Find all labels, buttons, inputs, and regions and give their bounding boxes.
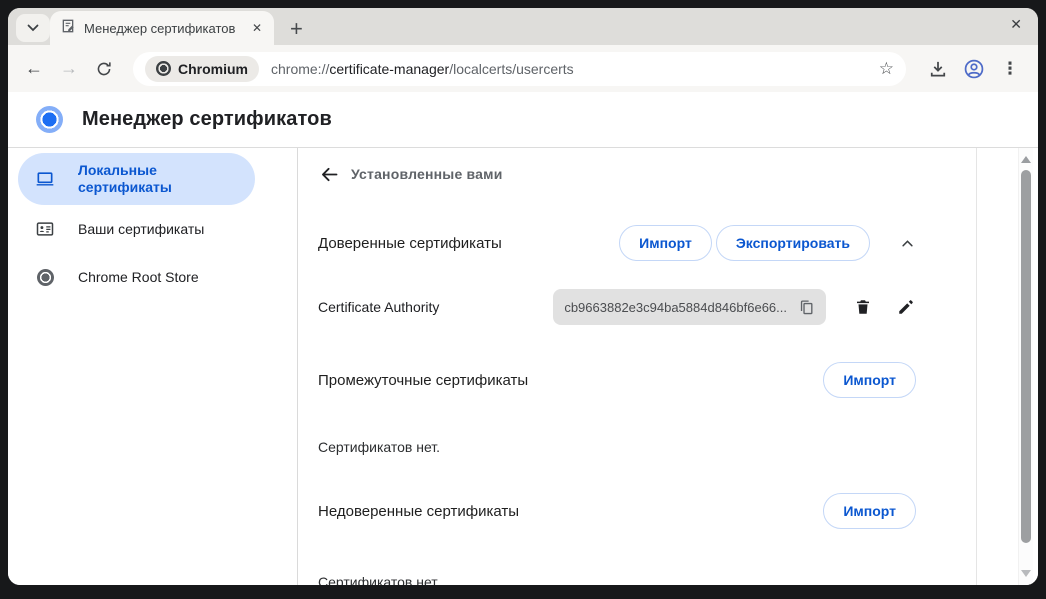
trusted-certs-section-row: Доверенные сертификаты Импорт Экспортиро…: [318, 225, 916, 261]
reload-icon[interactable]: [90, 55, 118, 83]
site-chip-label: Chromium: [178, 61, 248, 77]
url-host: certificate-manager: [329, 61, 449, 77]
url-path: /localcerts/usercerts: [449, 61, 573, 77]
sidebar: Локальные сертификаты Ваши сертификаты C…: [8, 148, 298, 585]
chromium-gray-icon: [35, 267, 55, 287]
intermediate-certs-section-row: Промежуточные сертификаты Импорт: [318, 362, 916, 398]
chevron-down-icon: [27, 19, 39, 37]
scroll-up-icon[interactable]: [1021, 156, 1031, 163]
section-title: Доверенные сертификаты: [318, 235, 502, 252]
url-text: chrome://certificate-manager/localcerts/…: [271, 61, 574, 77]
menu-dots-icon[interactable]: ⋮: [996, 55, 1024, 83]
certificate-hash-chip: cb9663882e3c94ba5884d846bf6e66...: [553, 289, 826, 325]
tab-title: Менеджер сертификатов: [84, 21, 242, 36]
untrusted-certs-section-row: Недоверенные сертификаты Импорт: [318, 493, 916, 529]
back-nav-icon[interactable]: ←: [20, 55, 48, 83]
url-bar[interactable]: Chromium chrome://certificate-manager/lo…: [133, 52, 906, 86]
no-certificates-text: Сертификатов нет.: [318, 439, 916, 457]
scrollbar[interactable]: [1018, 148, 1033, 585]
browser-window: Менеджер сертификатов ✕ + ✕ ← → Chromium…: [8, 8, 1038, 585]
sidebar-item-your-certificates[interactable]: Ваши сертификаты: [8, 205, 255, 253]
tab-strip: Менеджер сертификатов ✕ + ✕: [8, 8, 1038, 45]
sidebar-item-chrome-root-store[interactable]: Chrome Root Store: [8, 253, 255, 301]
back-arrow-icon[interactable]: [318, 163, 340, 185]
page-body: Локальные сертификаты Ваши сертификаты C…: [8, 148, 1038, 585]
scroll-down-icon[interactable]: [1021, 570, 1031, 577]
certificate-row: Certificate Authority cb9663882e3c94ba58…: [318, 289, 916, 325]
site-chip[interactable]: Chromium: [145, 56, 259, 82]
scrollbar-thumb[interactable]: [1021, 170, 1031, 543]
bookmark-star-icon[interactable]: ☆: [879, 59, 894, 79]
chevron-up-icon[interactable]: [899, 235, 916, 252]
sidebar-item-label: Локальные сертификаты: [78, 162, 196, 196]
sidebar-item-label: Chrome Root Store: [78, 269, 199, 285]
browser-tab[interactable]: Менеджер сертификатов ✕: [50, 11, 274, 45]
no-certificates-text: Сертификатов нет.: [318, 574, 916, 585]
tab-close-icon[interactable]: ✕: [250, 21, 264, 35]
page-icon: [60, 18, 76, 39]
chromium-logo-icon: [36, 106, 63, 133]
import-button[interactable]: Импорт: [619, 225, 712, 261]
certificate-hash: cb9663882e3c94ba5884d846bf6e66...: [564, 300, 787, 315]
chromium-mono-icon: [156, 61, 171, 76]
forward-nav-icon[interactable]: →: [55, 55, 83, 83]
import-button[interactable]: Импорт: [823, 493, 916, 529]
page-title: Менеджер сертификатов: [82, 108, 332, 131]
laptop-icon: [35, 169, 55, 189]
page-header: Менеджер сертификатов: [8, 92, 1038, 148]
window-close-icon[interactable]: ✕: [1010, 16, 1022, 33]
main-content: Установленные вами Доверенные сертификат…: [298, 148, 977, 585]
import-button[interactable]: Импорт: [823, 362, 916, 398]
browser-toolbar: ← → Chromium chrome://certificate-manage…: [8, 45, 1038, 92]
sidebar-item-local-certificates[interactable]: Локальные сертификаты: [18, 153, 255, 205]
export-button[interactable]: Экспортировать: [716, 225, 870, 261]
sidebar-item-label: Ваши сертификаты: [78, 221, 204, 237]
profile-avatar-icon[interactable]: [960, 55, 988, 83]
section-title: Промежуточные сертификаты: [318, 372, 528, 389]
subpage-header: Установленные вами: [318, 148, 916, 184]
tab-search-button[interactable]: [16, 14, 50, 42]
section-title: Недоверенные сертификаты: [318, 503, 519, 520]
edit-icon[interactable]: [896, 297, 916, 317]
subpage-title: Установленные вами: [351, 166, 503, 182]
copy-icon[interactable]: [796, 297, 816, 317]
url-scheme: chrome://: [271, 61, 329, 77]
new-tab-button[interactable]: +: [290, 18, 303, 40]
id-card-icon: [35, 219, 55, 239]
delete-icon[interactable]: [853, 297, 873, 317]
certificate-name: Certificate Authority: [318, 299, 439, 315]
download-icon[interactable]: [924, 55, 952, 83]
